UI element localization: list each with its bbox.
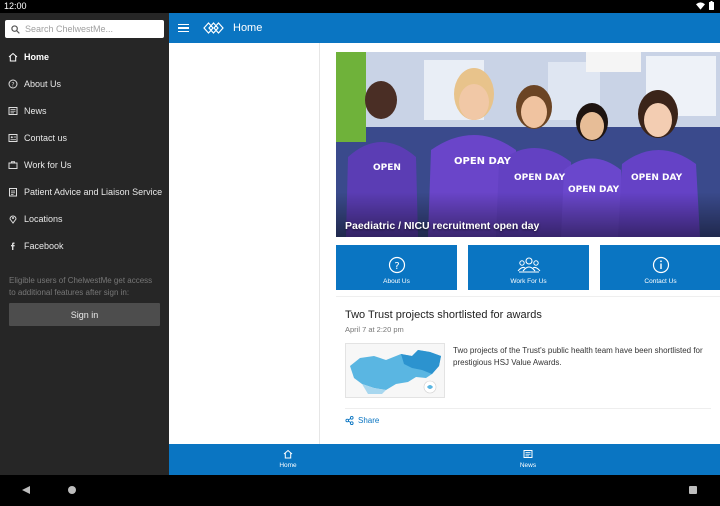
tile-contact-us[interactable]: Contact Us: [600, 245, 720, 290]
drawer-item-pals[interactable]: Patient Advice and Liaison Service: [0, 178, 169, 205]
news-card-date: April 7 at 2:20 pm: [345, 325, 404, 334]
svg-text:OPEN DAY: OPEN DAY: [454, 156, 512, 167]
share-button[interactable]: Share: [345, 416, 379, 425]
news-card-thumbnail[interactable]: [345, 343, 445, 398]
status-time: 12:00: [4, 1, 27, 11]
drawer-item-label: Home: [24, 51, 50, 62]
map-pin-icon: [8, 214, 18, 224]
tile-label: Work For Us: [510, 278, 547, 285]
recent-apps-icon[interactable]: [689, 486, 697, 494]
drawer-item-locations[interactable]: Locations: [0, 205, 169, 232]
hero-caption: Paediatric / NICU recruitment open day: [345, 220, 540, 232]
news-card[interactable]: Two Trust projects shortlisted for award…: [336, 296, 720, 434]
main-pane: OPEN OPEN DAY OPEN DAY OPEN DAY OPEN DAY…: [320, 43, 720, 444]
tile-about-us[interactable]: ? About Us: [336, 245, 457, 290]
help-circle-icon: ?: [8, 79, 18, 89]
home-icon: [283, 449, 293, 459]
facebook-icon: [8, 241, 18, 251]
drawer-item-news[interactable]: News: [0, 97, 169, 124]
drawer-item-home[interactable]: Home: [0, 43, 169, 70]
bottom-nav-label: News: [519, 462, 537, 469]
trust-logo-icon: [203, 22, 224, 34]
drawer-item-label: Facebook: [24, 240, 64, 251]
card-divider: [345, 408, 711, 409]
info-circle-icon: [652, 256, 669, 274]
drawer-item-work-for-us[interactable]: Work for Us: [0, 151, 169, 178]
bottom-nav-label: Home: [279, 462, 297, 469]
tile-work-for-us[interactable]: Work For Us: [468, 245, 589, 290]
drawer-item-about-us[interactable]: ? About Us: [0, 70, 169, 97]
briefcase-icon: [8, 160, 18, 170]
drawer-item-label: News: [24, 105, 47, 116]
search-input[interactable]: [25, 24, 160, 34]
svg-text:?: ?: [11, 81, 14, 88]
page-title: Home: [233, 22, 263, 34]
wifi-icon: [696, 1, 705, 10]
svg-text:OPEN DAY: OPEN DAY: [514, 173, 566, 183]
svg-text:OPEN DAY: OPEN DAY: [631, 173, 683, 183]
signin-note: Eligible users of ChelwestMe get access …: [9, 276, 153, 297]
quick-link-tiles: ? About Us Work For Us Contact Us: [336, 245, 720, 290]
bottom-navigation: Home News: [169, 444, 720, 475]
newspaper-icon: [8, 106, 18, 116]
drawer-item-label: About Us: [24, 78, 62, 89]
system-navigation-bar: [0, 475, 720, 506]
drawer-item-label: Locations: [24, 213, 63, 224]
sign-in-button[interactable]: Sign in: [9, 303, 160, 326]
drawer-item-contact-us[interactable]: Contact us: [0, 124, 169, 151]
tile-label: About Us: [383, 278, 410, 285]
hamburger-menu-icon[interactable]: [178, 23, 189, 33]
left-pane: [169, 43, 319, 444]
map-thumbnail: [346, 344, 444, 397]
share-label: Share: [358, 416, 380, 425]
news-card-summary: Two projects of the Trust's public healt…: [453, 346, 703, 367]
clipboard-icon: [8, 187, 18, 197]
bottom-nav-news[interactable]: News: [498, 449, 558, 469]
content-area: OPEN OPEN DAY OPEN DAY OPEN DAY OPEN DAY…: [169, 43, 720, 444]
newspaper-icon: [523, 450, 533, 458]
navigation-drawer: Home ? About Us News Contact us Work for…: [0, 13, 169, 475]
search-icon: [11, 24, 20, 34]
hero-banner[interactable]: OPEN OPEN DAY OPEN DAY OPEN DAY OPEN DAY…: [336, 52, 720, 237]
help-circle-icon: ?: [388, 256, 405, 274]
status-bar: 12:00: [0, 0, 720, 13]
tile-label: Contact Us: [644, 278, 677, 285]
drawer-item-label: Work for Us: [24, 159, 72, 170]
drawer-item-label: Contact us: [24, 132, 68, 143]
news-card-title[interactable]: Two Trust projects shortlisted for award…: [345, 309, 542, 321]
drawer-item-label: Patient Advice and Liaison Service: [24, 186, 163, 197]
home-circle-icon[interactable]: [68, 486, 76, 494]
bottom-nav-home[interactable]: Home: [258, 449, 318, 469]
contact-card-icon: [8, 133, 18, 143]
svg-text:?: ?: [394, 261, 399, 272]
drawer-nav-list: Home ? About Us News Contact us Work for…: [0, 43, 169, 259]
battery-icon: [709, 1, 714, 10]
hero-photo: OPEN OPEN DAY OPEN DAY OPEN DAY OPEN DAY: [336, 52, 720, 237]
status-icons: [696, 1, 714, 10]
drawer-item-facebook[interactable]: Facebook: [0, 232, 169, 259]
people-group-icon: [517, 257, 540, 273]
back-icon[interactable]: [22, 486, 30, 494]
share-icon: [345, 416, 354, 425]
app-bar: Home: [169, 13, 720, 43]
home-icon: [8, 52, 18, 62]
drawer-search-box[interactable]: [5, 20, 164, 38]
svg-text:OPEN: OPEN: [373, 163, 401, 173]
